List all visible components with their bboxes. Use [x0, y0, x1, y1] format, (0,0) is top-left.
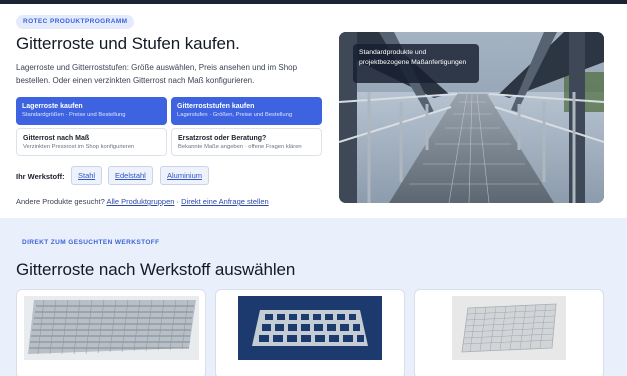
card-subtitle: Verzinkten Pressrost im Shop konfigurier…: [23, 144, 135, 150]
product-card-edelstahl[interactable]: [215, 289, 405, 376]
steel-grating-image: [24, 296, 199, 360]
card-title: Gitterrost nach Maß: [23, 135, 90, 142]
material-section: DIREKT ZUM GESUCHTEN WERKSTOFF Gitterros…: [0, 218, 627, 376]
other-products-line: Andere Produkte gesucht? Alle Produktgru…: [16, 197, 269, 206]
material-label: Ihr Werkstoff:: [16, 172, 65, 181]
card-title: Ersatzrost oder Beratung?: [178, 135, 267, 142]
other-products-prefix: Andere Produkte gesucht?: [16, 197, 105, 206]
direct-inquiry-link[interactable]: Direkt eine Anfrage stellen: [181, 197, 269, 206]
material-chip-aluminium[interactable]: Aluminium: [160, 166, 210, 185]
aluminium-grating-image: [452, 296, 566, 360]
card-subtitle: Lagerstufen · Größen, Preise und Bestell…: [177, 112, 293, 118]
section-kicker: DIREKT ZUM GESUCHTEN WERKSTOFF: [22, 239, 160, 246]
gitterrost-nach-mass-button[interactable]: Gitterrost nach Maß Verzinkten Pressrost…: [16, 128, 167, 156]
photo-caption: Standardprodukte und projektbezogene Maß…: [353, 44, 479, 83]
product-card-stahl[interactable]: [16, 289, 206, 376]
card-title: Gitterroststufen kaufen: [177, 103, 255, 110]
product-card-aluminium[interactable]: [414, 289, 604, 376]
material-chip-stahl[interactable]: Stahl: [71, 166, 103, 185]
section-title: Gitterroste nach Werkstoff auswählen: [16, 260, 296, 279]
hero-title: Gitterroste und Stufen kaufen.: [16, 34, 240, 53]
hero-description: Lagerroste und Gitterroststufen: Größe a…: [16, 63, 298, 85]
stainless-grating-image: [238, 296, 382, 360]
hero-badge: ROTEC PRODUKTPROGRAMM: [16, 15, 135, 29]
all-product-groups-link[interactable]: Alle Produktgruppen: [106, 197, 174, 206]
card-subtitle: Standardgrößen · Preise und Bestellung: [22, 112, 126, 118]
card-title: Lagerroste kaufen: [22, 103, 83, 110]
separator: ·: [176, 197, 180, 206]
lagerroste-kaufen-button[interactable]: Lagerroste kaufen Standardgrößen · Preis…: [16, 97, 167, 125]
gitterroststufen-kaufen-button[interactable]: Gitterroststufen kaufen Lagerstufen · Gr…: [171, 97, 322, 125]
card-subtitle: Bekannte Maße angeben · offene Fragen kl…: [178, 144, 302, 150]
material-chip-edelstahl[interactable]: Edelstahl: [108, 166, 153, 185]
ersatzrost-beratung-button[interactable]: Ersatzrost oder Beratung? Bekannte Maße …: [171, 128, 322, 156]
